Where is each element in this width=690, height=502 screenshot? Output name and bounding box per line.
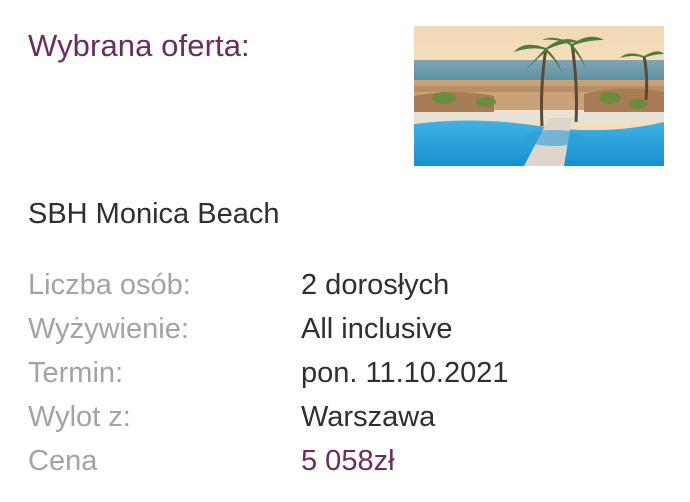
detail-label: Wylot z: xyxy=(28,400,131,433)
detail-row-date: Termin: pon. 11.10.2021 xyxy=(28,351,648,395)
hotel-photo xyxy=(414,26,664,166)
detail-value: 2 dorosłych xyxy=(301,268,450,301)
offer-heading: Wybrana oferta: xyxy=(28,28,250,63)
price-value: 5 058zł xyxy=(301,444,395,477)
hotel-photo-image xyxy=(414,26,664,166)
detail-label: Liczba osób: xyxy=(28,268,191,301)
detail-row-departure: Wylot z: Warszawa xyxy=(28,395,648,439)
detail-value: All inclusive xyxy=(301,312,453,345)
detail-label: Termin: xyxy=(28,356,124,389)
hotel-name: SBH Monica Beach xyxy=(28,198,280,230)
offer-details: Liczba osób: 2 dorosłych Wyżywienie: All… xyxy=(28,263,648,483)
detail-row-board: Wyżywienie: All inclusive xyxy=(28,307,648,351)
detail-row-price: Cena 5 058zł xyxy=(28,439,648,483)
detail-label: Wyżywienie: xyxy=(28,312,189,345)
detail-value: Warszawa xyxy=(301,400,436,433)
detail-row-persons: Liczba osób: 2 dorosłych xyxy=(28,263,648,307)
detail-value: pon. 11.10.2021 xyxy=(301,356,509,389)
detail-label: Cena xyxy=(28,444,98,477)
